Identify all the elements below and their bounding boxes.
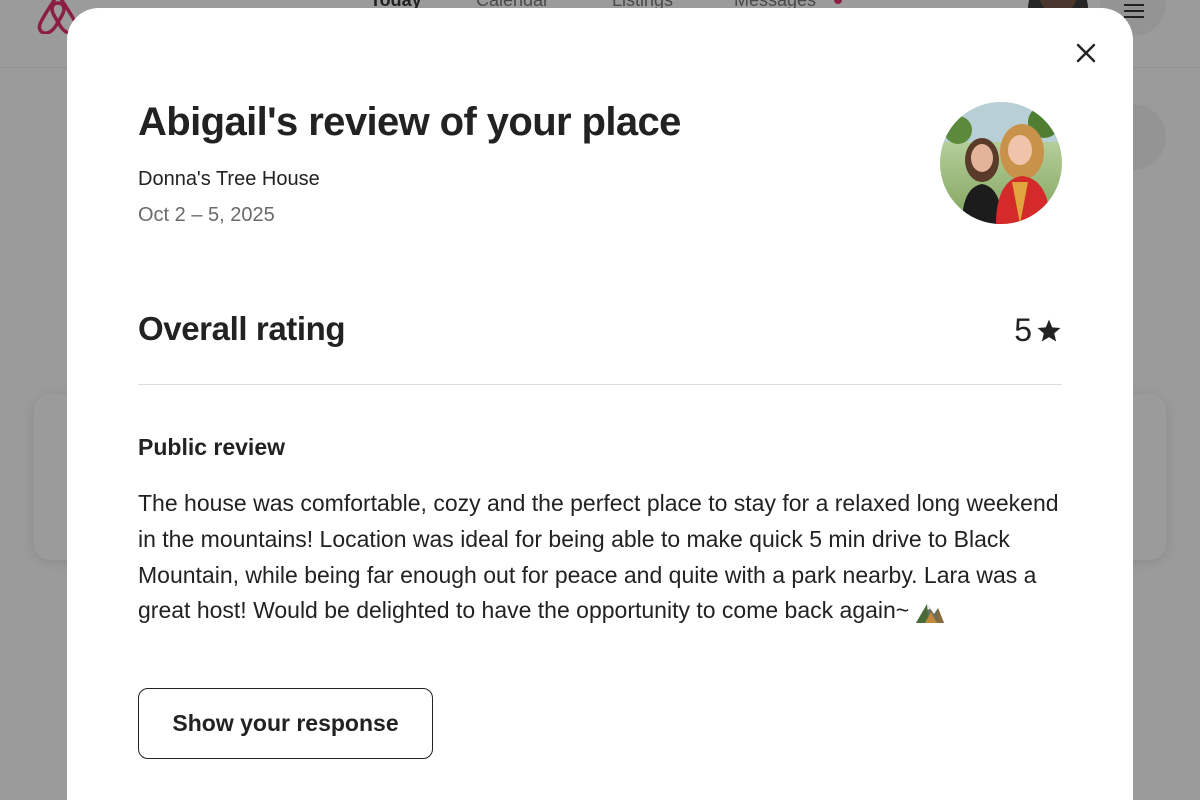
divider bbox=[138, 384, 1062, 385]
rating-number: 5 bbox=[1014, 312, 1032, 348]
close-button[interactable] bbox=[1067, 34, 1105, 72]
overall-rating-label: Overall rating bbox=[138, 310, 346, 347]
page-title: Abigail's review of your place bbox=[138, 100, 681, 144]
public-review-text: The house was comfortable, cozy and the … bbox=[138, 486, 1062, 635]
reviewer-avatar[interactable] bbox=[940, 102, 1062, 224]
star-icon bbox=[1037, 319, 1061, 342]
listing-name: Donna's Tree House bbox=[138, 168, 320, 190]
review-modal: Abigail's review of your place Donna's T… bbox=[67, 8, 1133, 800]
stay-dates: Oct 2 – 5, 2025 bbox=[138, 204, 275, 226]
public-review-label: Public review bbox=[138, 434, 286, 460]
close-icon bbox=[1076, 43, 1096, 63]
show-response-button[interactable]: Show your response bbox=[138, 688, 433, 759]
overall-rating-value: 5 bbox=[1014, 312, 1062, 349]
mountain-emoji-icon bbox=[915, 598, 945, 635]
